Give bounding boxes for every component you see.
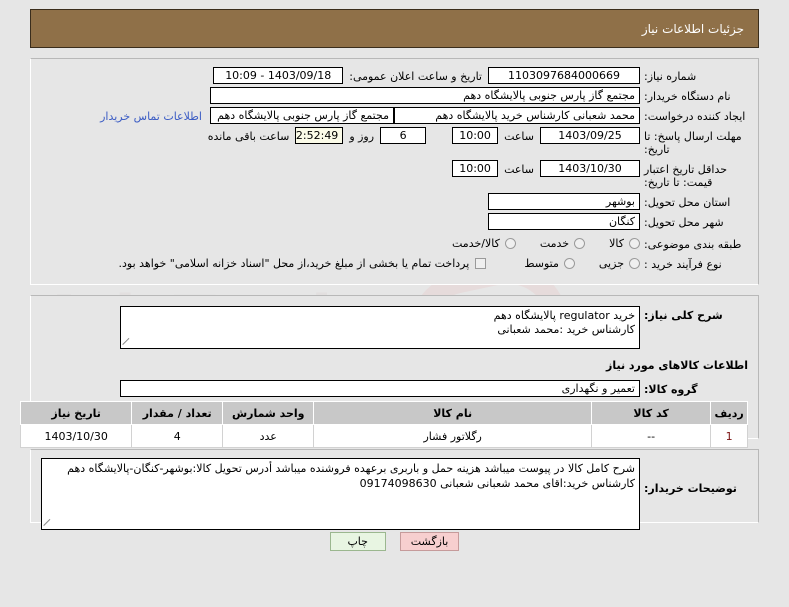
need-number-field[interactable]: 1103097684000669 xyxy=(488,67,640,84)
announce-datetime-field[interactable]: 1403/09/18 - 10:09 xyxy=(213,67,344,84)
print-button[interactable]: چاپ xyxy=(329,532,386,551)
province-label: استان محل تحویل: xyxy=(644,196,731,209)
buyer-notes-panel: توضیحات خریدار: شرح کامل کالا در پیوست م… xyxy=(30,449,759,530)
subject-category-radio-group: کالا خدمت کالا/خدمت xyxy=(428,235,640,250)
radio-circle-icon[interactable] xyxy=(574,238,586,249)
radio-circle-icon[interactable] xyxy=(504,238,516,249)
request-creator-label: ایجاد کننده درخواست: xyxy=(644,110,746,123)
price-validity-time-field[interactable]: 10:00 xyxy=(452,160,499,177)
radio-option-minor[interactable]: جزیی xyxy=(599,257,640,270)
row-purchase-process: نوع فرآیند خرید : جزیی متوسط پرداخت تمام… xyxy=(41,255,748,271)
request-creator-field[interactable]: محمد شعبانی کارشناس خرید پالایشگاه دهم xyxy=(394,107,640,124)
need-info-panel: شماره نیاز: 1103097684000669 تاریخ و ساع… xyxy=(30,58,759,285)
table-header-qty: تعداد / مقدار xyxy=(131,401,224,425)
need-number-label: شماره نیاز: xyxy=(644,70,697,83)
cell-date: 1403/10/30 xyxy=(19,424,133,448)
deadline-hour-label: ساعت xyxy=(504,130,534,143)
purchase-process-radio-group: جزیی متوسط پرداخت تمام یا بخشی از مبلغ خ… xyxy=(95,255,640,270)
radio-option-medium[interactable]: متوسط xyxy=(524,257,575,270)
table-row: 1 -- رگلاتور فشار عدد 4 1403/10/30 xyxy=(19,424,748,448)
radio-label-medium: متوسط xyxy=(524,257,559,270)
city-field[interactable]: کنگان xyxy=(488,213,640,230)
row-city: شهر محل تحویل: کنگان xyxy=(41,213,748,230)
footer-actions: بازگشت چاپ xyxy=(0,532,789,551)
resize-grip-icon[interactable] xyxy=(43,518,53,528)
buyer-org-field[interactable]: مجتمع گاز پارس جنوبی پالایشگاه دهم xyxy=(210,87,640,104)
radio-label-goods-service: کالا/خدمت xyxy=(452,237,500,250)
city-label: شهر محل تحویل: xyxy=(644,216,724,229)
radio-circle-icon[interactable] xyxy=(629,258,640,269)
response-deadline-date-field[interactable]: 1403/09/25 xyxy=(540,127,640,144)
treasury-bond-checkbox-item[interactable]: پرداخت تمام یا بخشی از مبلغ خرید،از محل … xyxy=(119,257,487,270)
row-need-number: شماره نیاز: 1103097684000669 تاریخ و ساع… xyxy=(41,67,748,84)
goods-section-heading: اطلاعات کالاهای مورد نیاز xyxy=(606,359,748,372)
purchase-process-label: نوع فرآیند خرید : xyxy=(644,258,722,271)
remaining-suffix-label: ساعت باقی مانده xyxy=(207,130,290,143)
back-button[interactable]: بازگشت xyxy=(399,532,460,551)
row-buyer-notes: توضیحات خریدار: شرح کامل کالا در پیوست م… xyxy=(41,458,748,530)
row-response-deadline: مهلت ارسال پاسخ: تا تاریخ: 1403/09/25 سا… xyxy=(41,127,748,156)
radio-circle-icon[interactable] xyxy=(629,238,640,249)
row-province: استان محل تحویل: بوشهر xyxy=(41,193,748,210)
radio-label-goods: کالا xyxy=(609,237,624,250)
table-header-row: ردیف کد کالا نام کالا واحد شمارش تعداد /… xyxy=(19,401,748,425)
need-description-textarea[interactable]: خرید regulator پالایشگاه دهم کارشناس خری… xyxy=(120,306,640,349)
request-creator-org-field[interactable]: مجتمع گاز پارس جنوبی پالایشگاه دهم xyxy=(210,107,394,124)
buyer-org-label: نام دستگاه خریدار: xyxy=(644,90,731,103)
buyer-notes-line1: شرح کامل کالا در پیوست میباشد هزینه حمل … xyxy=(67,462,635,475)
radio-label-minor: جزیی xyxy=(598,257,624,270)
buyer-notes-label: توضیحات خریدار: xyxy=(644,482,737,495)
table-header-unit: واحد شمارش xyxy=(222,401,315,425)
resize-grip-icon[interactable] xyxy=(122,337,132,347)
announce-label: تاریخ و ساعت اعلان عمومی: xyxy=(349,70,482,83)
need-description-label: شرح کلی نیاز: xyxy=(644,309,723,322)
buyer-notes-line2: کارشناس خرید:اقای محمد شعبانی شعبانی 091… xyxy=(359,477,635,490)
price-validity-date-field[interactable]: 1403/10/30 xyxy=(540,160,640,177)
table-header-name: نام کالا xyxy=(313,401,592,425)
radio-label-service: خدمت xyxy=(539,237,570,250)
goods-table: ردیف کد کالا نام کالا واحد شمارش تعداد /… xyxy=(19,401,748,448)
remaining-days-field: 6 xyxy=(380,127,427,144)
response-deadline-time-field[interactable]: 10:00 xyxy=(452,127,499,144)
table-header-date: تاریخ نیاز xyxy=(19,401,133,425)
buyer-notes-textarea[interactable]: شرح کامل کالا در پیوست میباشد هزینه حمل … xyxy=(41,458,640,530)
cell-index: 1 xyxy=(710,424,748,448)
goods-group-field[interactable]: تعمیر و نگهداری xyxy=(120,380,640,397)
row-goods-group: گروه کالا: تعمیر و نگهداری xyxy=(41,380,748,397)
radio-option-goods-service[interactable]: کالا/خدمت xyxy=(452,237,516,250)
response-deadline-label: مهلت ارسال پاسخ: تا تاریخ: xyxy=(644,130,742,156)
cell-code: -- xyxy=(590,424,712,448)
radio-option-service[interactable]: خدمت xyxy=(539,237,586,250)
goods-group-label: گروه کالا: xyxy=(644,383,698,396)
need-description-line2: کارشناس خرید :محمد شعبانی xyxy=(497,323,635,336)
row-request-creator: ایجاد کننده درخواست: محمد شعبانی کارشناس… xyxy=(41,107,748,124)
cell-name: رگلاتور فشار xyxy=(313,424,592,448)
page-title-bar: جزئیات اطلاعات نیاز xyxy=(30,9,759,48)
treasury-bond-checkbox[interactable] xyxy=(475,258,487,269)
price-validity-hour-label: ساعت xyxy=(504,163,534,176)
subject-category-label: طبقه بندی موضوعی: xyxy=(644,238,742,251)
row-buyer-org: نام دستگاه خریدار: مجتمع گاز پارس جنوبی … xyxy=(41,87,748,104)
row-subject-category: طبقه بندی موضوعی: کالا خدمت کالا/خدمت xyxy=(41,235,748,251)
row-need-description: شرح کلی نیاز: خرید regulator پالایشگاه د… xyxy=(41,306,748,349)
remaining-days-label: روز و xyxy=(349,130,375,143)
province-field[interactable]: بوشهر xyxy=(488,193,640,210)
treasury-bond-label: پرداخت تمام یا بخشی از مبلغ خرید،از محل … xyxy=(118,257,470,270)
cell-unit: عدد xyxy=(222,424,315,448)
need-description-line1: خرید regulator پالایشگاه دهم xyxy=(493,309,635,322)
row-price-validity: حداقل تاریخ اعتبار قیمت: تا تاریخ: 1403/… xyxy=(41,160,748,189)
remaining-clock-field: 22:52:49 xyxy=(295,127,344,144)
radio-option-goods[interactable]: کالا xyxy=(609,237,640,250)
radio-circle-icon[interactable] xyxy=(563,258,575,269)
cell-qty: 4 xyxy=(131,424,224,448)
page-root: جزئیات اطلاعات نیاز شماره نیاز: 11030976… xyxy=(0,9,789,551)
buyer-contact-link[interactable]: اطلاعات تماس خریدار xyxy=(100,107,210,123)
price-validity-label: حداقل تاریخ اعتبار قیمت: تا تاریخ: xyxy=(644,163,728,189)
goods-info-panel: شرح کلی نیاز: خرید regulator پالایشگاه د… xyxy=(19,295,759,448)
page-title: جزئیات اطلاعات نیاز xyxy=(641,21,744,36)
table-header-code: کد کالا xyxy=(590,401,712,425)
table-header-index: ردیف xyxy=(710,401,748,425)
